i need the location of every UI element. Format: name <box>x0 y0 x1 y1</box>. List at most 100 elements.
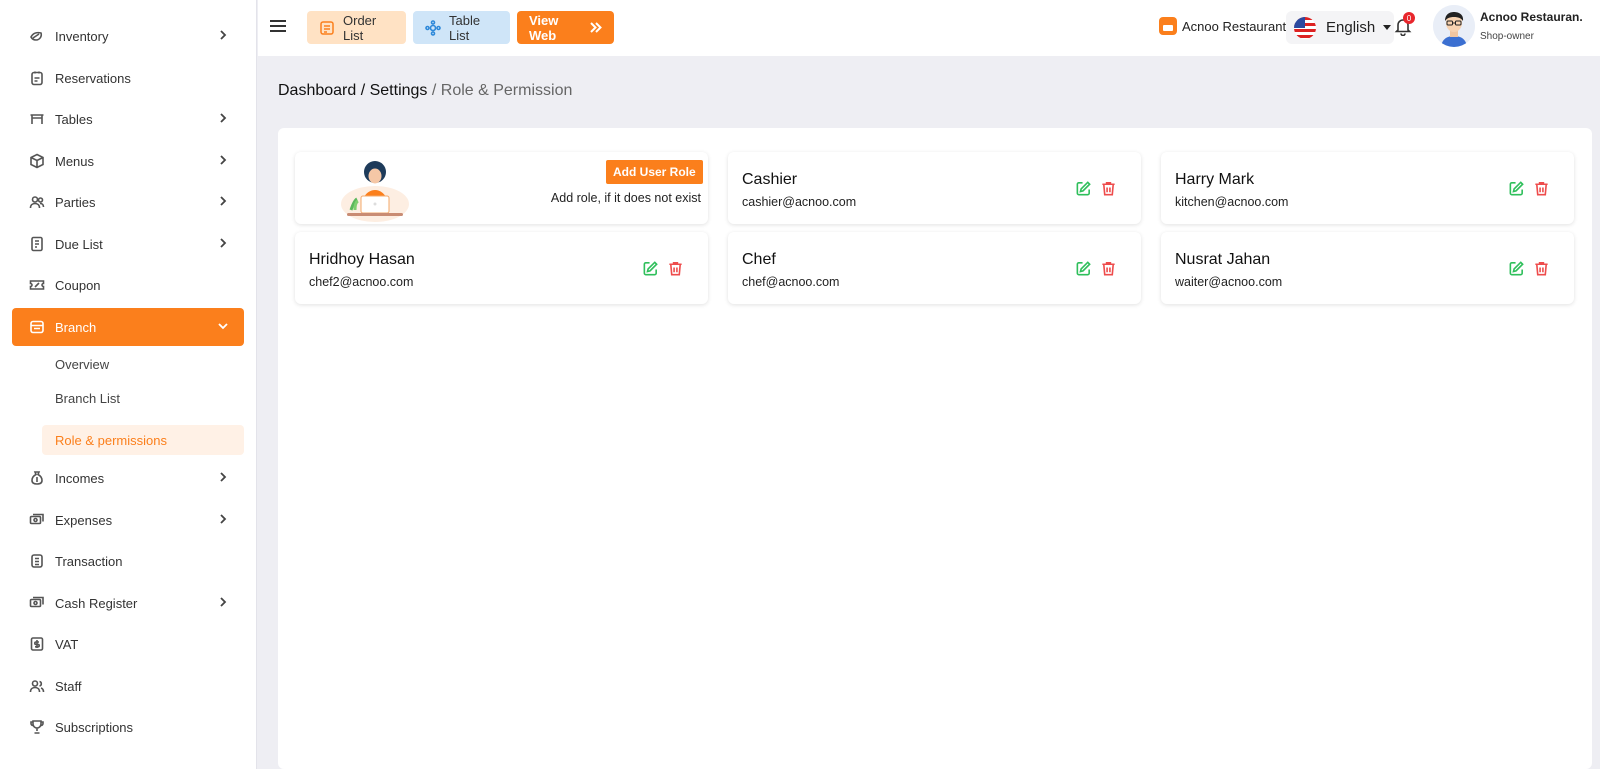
role-name: Chef <box>742 251 776 268</box>
add-role-card: Add User Role Add role, if it does not e… <box>295 152 708 224</box>
delete-icon[interactable] <box>667 260 685 278</box>
add-user-role-button[interactable]: Add User Role <box>606 160 703 184</box>
sidebar-item-branch[interactable]: Branch <box>12 308 244 346</box>
order-list-button[interactable]: Order List <box>307 11 406 44</box>
table-list-button[interactable]: Table List <box>413 11 510 44</box>
role-card: Nusrat Jahan waiter@acnoo.com <box>1161 232 1574 304</box>
order-list-label: Order List <box>343 12 377 43</box>
sidebar-item-label: Inventory <box>55 28 109 44</box>
role-name: Cashier <box>742 171 798 188</box>
sidebar-item-label: Tables <box>55 111 93 127</box>
avatar[interactable] <box>1433 5 1475 47</box>
roles-panel: Add User Role Add role, if it does not e… <box>278 128 1592 769</box>
us-flag-icon <box>1294 16 1316 39</box>
notification-badge: 0 <box>1403 12 1415 24</box>
breadcrumb-current: / Role & Permission <box>427 82 573 99</box>
staff-icon <box>28 677 46 695</box>
role-email: kitchen@acnoo.com <box>1175 195 1289 209</box>
store-icon <box>1159 17 1177 35</box>
role-card: Cashier cashier@acnoo.com <box>728 152 1141 224</box>
add-role-note: Add role, if it does not exist <box>550 191 701 205</box>
sidebar-subitem-label: Overview <box>55 356 110 372</box>
sidebar: Inventory Reservations Tables Menus Part… <box>0 0 257 769</box>
sidebar-item-vat[interactable]: VAT <box>12 625 244 663</box>
sidebar-item-label: Parties <box>55 194 96 210</box>
user-role: Shop-owner <box>1480 31 1534 42</box>
sidebar-item-inventory[interactable]: Inventory <box>12 17 244 55</box>
sidebar-item-reservations[interactable]: Reservations <box>12 59 244 97</box>
menu-icon <box>28 152 46 170</box>
role-email: chef2@acnoo.com <box>309 275 414 289</box>
transaction-icon <box>28 552 46 570</box>
sidebar-item-tables[interactable]: Tables <box>12 100 244 138</box>
breadcrumb: Dashboard / Settings / Role & Permission <box>278 82 572 100</box>
due-list-icon <box>28 235 46 253</box>
edit-icon[interactable] <box>642 260 660 278</box>
sidebar-subitem-branch-list[interactable]: Branch List <box>42 383 244 413</box>
sidebar-item-expenses[interactable]: Expenses <box>12 501 244 539</box>
role-name: Harry Mark <box>1175 171 1255 188</box>
sidebar-item-label: Subscriptions <box>55 719 134 735</box>
sidebar-item-parties[interactable]: Parties <box>12 183 244 221</box>
sidebar-item-staff[interactable]: Staff <box>12 667 244 705</box>
role-name: Nusrat Jahan <box>1175 251 1271 268</box>
chevron-right-icon <box>216 194 230 208</box>
delete-icon[interactable] <box>1533 260 1551 278</box>
sidebar-item-label: VAT <box>55 636 79 652</box>
chevron-right-icon <box>216 236 230 250</box>
edit-icon[interactable] <box>1508 180 1526 198</box>
sidebar-item-menus[interactable]: Menus <box>12 142 244 180</box>
sidebar-subitem-role-permissions[interactable]: Role & permissions <box>42 425 244 455</box>
sidebar-subitem-overview[interactable]: Overview <box>42 349 244 379</box>
table-list-icon <box>425 19 441 36</box>
chevron-down-icon <box>216 319 230 333</box>
subscription-icon <box>28 718 46 736</box>
notification-bell[interactable]: 0 <box>1393 12 1417 40</box>
role-card: Hridhoy Hasan chef2@acnoo.com <box>295 232 708 304</box>
expense-icon <box>28 511 46 529</box>
order-list-icon <box>319 20 335 36</box>
sidebar-item-incomes[interactable]: Incomes <box>12 459 244 497</box>
breadcrumb-parent[interactable]: Dashboard / Settings <box>278 82 427 99</box>
edit-icon[interactable] <box>1075 180 1093 198</box>
sidebar-item-subscriptions[interactable]: Subscriptions <box>12 708 244 746</box>
bell-icon <box>1393 19 1413 40</box>
woman-with-laptop-illustration <box>337 158 413 222</box>
delete-icon[interactable] <box>1533 180 1551 198</box>
parties-icon <box>28 193 46 211</box>
sidebar-item-coupon[interactable]: Coupon <box>12 266 244 304</box>
reservation-icon <box>28 69 46 87</box>
sidebar-item-transaction[interactable]: Transaction <box>12 542 244 580</box>
sidebar-item-label: Menus <box>55 153 95 169</box>
sidebar-item-due-list[interactable]: Due List <box>12 225 244 263</box>
sidebar-item-label: Transaction <box>55 553 123 569</box>
delete-icon[interactable] <box>1100 180 1118 198</box>
sidebar-item-label: Expenses <box>55 512 113 528</box>
role-email: cashier@acnoo.com <box>742 195 857 209</box>
role-email: chef@acnoo.com <box>742 275 840 289</box>
edit-icon[interactable] <box>1508 260 1526 278</box>
chevron-right-icon <box>216 111 230 125</box>
language-selector[interactable]: English <box>1286 11 1394 44</box>
table-list-label: Table List <box>449 12 481 43</box>
sidebar-item-label: Reservations <box>55 70 131 86</box>
table-icon <box>28 110 46 128</box>
sidebar-item-label: Staff <box>55 678 82 694</box>
cash-register-icon <box>28 594 46 612</box>
vat-icon <box>28 635 46 653</box>
sidebar-item-cash-register[interactable]: Cash Register <box>12 584 244 622</box>
chevron-right-icon <box>216 153 230 167</box>
caret-down-icon <box>1383 25 1392 30</box>
sidebar-item-label: Coupon <box>55 277 101 293</box>
restaurant-selector[interactable]: Acnoo Restaurant <box>1159 17 1286 35</box>
view-web-button[interactable]: View Web <box>517 11 614 44</box>
sidebar-subitem-label: Role & permissions <box>55 432 167 448</box>
hamburger-menu-icon[interactable] <box>270 17 290 37</box>
topbar: Order List Table List View Web Acnoo Res… <box>258 0 1600 56</box>
sidebar-item-label: Due List <box>55 236 103 252</box>
delete-icon[interactable] <box>1100 260 1118 278</box>
chevron-right-icon <box>216 512 230 526</box>
edit-icon[interactable] <box>1075 260 1093 278</box>
chevron-right-icon <box>216 595 230 609</box>
sidebar-item-label: Cash Register <box>55 595 138 611</box>
